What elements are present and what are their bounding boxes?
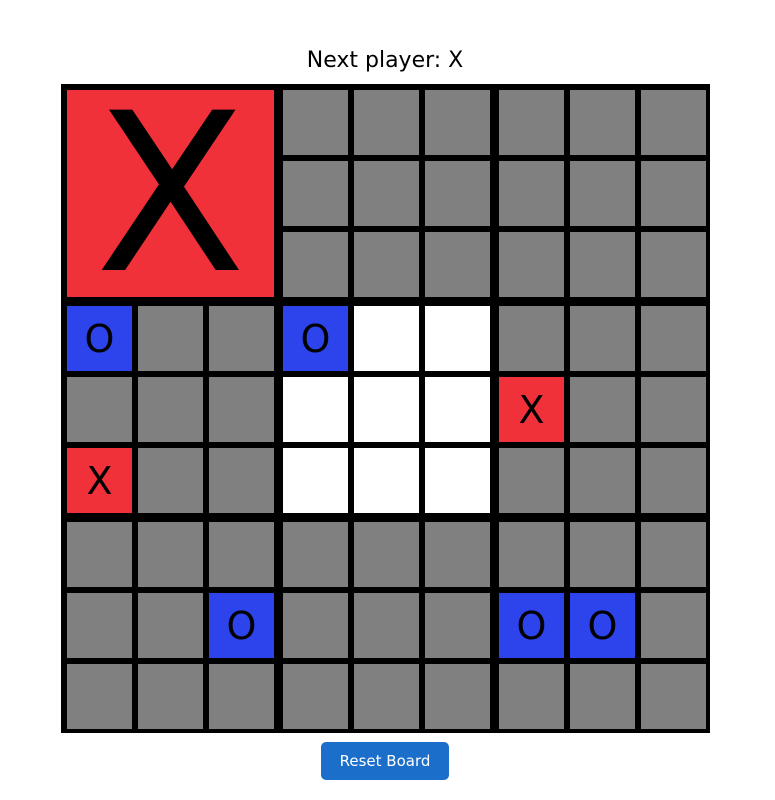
board-cell[interactable]: [354, 664, 419, 729]
board-cell[interactable]: O: [67, 306, 132, 371]
board-cell[interactable]: [570, 90, 635, 155]
board-cell[interactable]: [641, 664, 706, 729]
board-cell[interactable]: [138, 593, 203, 658]
board-cell[interactable]: O: [283, 306, 348, 371]
reset-board-button[interactable]: Reset Board: [321, 742, 449, 780]
board-cell[interactable]: [570, 377, 635, 442]
subboard-winner-mark: X: [67, 84, 274, 304]
board-cell[interactable]: [425, 90, 490, 155]
board-cell[interactable]: [570, 232, 635, 297]
board-cell[interactable]: [138, 306, 203, 371]
board-cell[interactable]: [570, 306, 635, 371]
board-cell[interactable]: [209, 664, 274, 729]
board-cell[interactable]: [354, 377, 419, 442]
board-cell[interactable]: [425, 448, 490, 513]
board-cell[interactable]: [425, 522, 490, 587]
subboard-4: OX: [64, 303, 275, 514]
game-board: XOXOXOOO: [61, 84, 710, 733]
board-cell[interactable]: [209, 377, 274, 442]
board-cell[interactable]: [425, 664, 490, 729]
board-cell[interactable]: [425, 232, 490, 297]
board-cell[interactable]: [283, 448, 348, 513]
board-cell[interactable]: [209, 448, 274, 513]
board-cell[interactable]: [641, 377, 706, 442]
board-cell[interactable]: [641, 306, 706, 371]
board-cell[interactable]: [425, 306, 490, 371]
board-cell[interactable]: [641, 593, 706, 658]
board-cell[interactable]: [499, 664, 564, 729]
subboard-8: [280, 519, 491, 730]
board-cell[interactable]: [67, 377, 132, 442]
board-cell[interactable]: [209, 522, 274, 587]
board-cell[interactable]: [641, 90, 706, 155]
board-cell[interactable]: [641, 522, 706, 587]
board-cell[interactable]: [209, 306, 274, 371]
subboard-5: O: [280, 303, 491, 514]
board-cell[interactable]: [283, 522, 348, 587]
board-cell[interactable]: [283, 664, 348, 729]
board-cell[interactable]: [67, 664, 132, 729]
board-cell[interactable]: X: [67, 448, 132, 513]
board-cell[interactable]: [499, 161, 564, 226]
board-cell[interactable]: [283, 593, 348, 658]
board-cell[interactable]: [499, 232, 564, 297]
board-cell[interactable]: [283, 90, 348, 155]
board-cell[interactable]: O: [499, 593, 564, 658]
board-cell[interactable]: [354, 593, 419, 658]
board-cell[interactable]: [425, 593, 490, 658]
board-cell[interactable]: [138, 448, 203, 513]
board-cell[interactable]: [67, 593, 132, 658]
board-cell[interactable]: [641, 448, 706, 513]
subboard-6: X: [496, 303, 707, 514]
board-cell[interactable]: [354, 522, 419, 587]
board-cell[interactable]: [499, 306, 564, 371]
board-cell[interactable]: [499, 522, 564, 587]
board-cell[interactable]: [67, 522, 132, 587]
board-cell[interactable]: [354, 232, 419, 297]
board-cell[interactable]: O: [570, 593, 635, 658]
board-cell[interactable]: X: [499, 377, 564, 442]
board-cell[interactable]: [425, 377, 490, 442]
board-cell[interactable]: [499, 448, 564, 513]
board-cell[interactable]: [499, 90, 564, 155]
board-cell[interactable]: O: [209, 593, 274, 658]
subboard-7: O: [64, 519, 275, 730]
board-cell[interactable]: [354, 90, 419, 155]
board-cell[interactable]: [570, 522, 635, 587]
board-cell[interactable]: [283, 232, 348, 297]
subboard-1: X: [64, 84, 275, 304]
subboard-2: [280, 87, 491, 298]
subboard-3: [496, 87, 707, 298]
board-cell[interactable]: [641, 232, 706, 297]
board-cell[interactable]: [570, 161, 635, 226]
board-cell[interactable]: [283, 377, 348, 442]
board-cell[interactable]: [570, 664, 635, 729]
board-cell[interactable]: [425, 161, 490, 226]
board-cell[interactable]: [283, 161, 348, 226]
board-cell[interactable]: [354, 161, 419, 226]
board-cell[interactable]: [570, 448, 635, 513]
subboard-9: OO: [496, 519, 707, 730]
board-cell[interactable]: [138, 522, 203, 587]
board-cell[interactable]: [138, 377, 203, 442]
board-cell[interactable]: [138, 664, 203, 729]
board-cell[interactable]: [354, 448, 419, 513]
board-cell[interactable]: [354, 306, 419, 371]
board-cell[interactable]: [641, 161, 706, 226]
